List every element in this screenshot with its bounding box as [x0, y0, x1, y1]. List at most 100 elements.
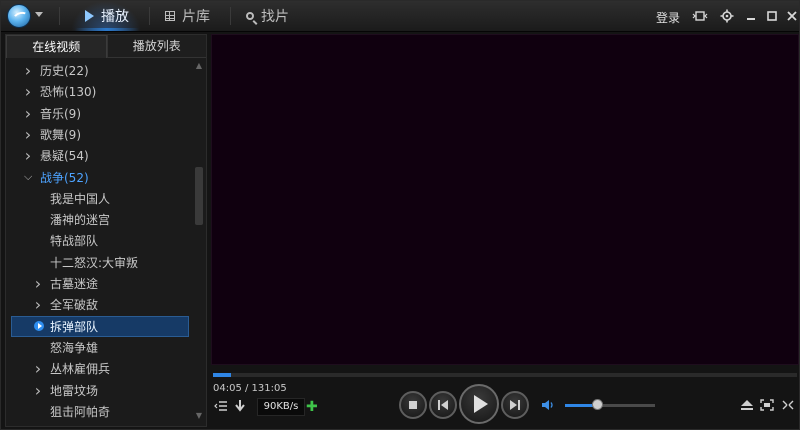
- tab-play-label: 播放: [101, 9, 129, 25]
- tree-item[interactable]: › 歌舞(9): [6, 124, 192, 145]
- tree-item[interactable]: 怒海争雄: [6, 337, 192, 358]
- scrollbar-thumb[interactable]: [195, 167, 203, 225]
- play-icon: [474, 395, 488, 413]
- tab-play[interactable]: 播放: [75, 1, 139, 31]
- scroll-up-icon[interactable]: ▲: [194, 61, 204, 71]
- next-icon: [510, 400, 520, 410]
- tree-item[interactable]: › 恐怖(130): [6, 81, 192, 102]
- tree-item[interactable]: 我是中国人: [6, 188, 192, 209]
- chevron-down-icon[interactable]: ⌵: [24, 170, 32, 184]
- chevron-right-icon[interactable]: ›: [34, 381, 42, 400]
- tab-library[interactable]: 片库: [165, 1, 210, 31]
- maximize-icon: [767, 11, 777, 21]
- mini-mode-button[interactable]: [690, 6, 710, 26]
- tree-item[interactable]: › 全军破敌: [6, 294, 192, 315]
- tree-item-label: 歌舞(9): [40, 127, 81, 142]
- speaker-icon: [542, 400, 553, 410]
- app-menu-button[interactable]: [7, 4, 47, 28]
- tab-playlist[interactable]: 播放列表: [106, 35, 206, 58]
- tree-item-label: 古墓迷途: [50, 277, 99, 291]
- chevron-right-icon[interactable]: ›: [24, 146, 32, 165]
- eject-icon: [741, 400, 753, 410]
- compact-mode-button[interactable]: [781, 399, 795, 414]
- divider: [149, 7, 150, 25]
- scroll-down-icon[interactable]: ▼: [194, 411, 204, 421]
- tree-item-label: 音乐(9): [40, 106, 81, 121]
- tree-item-label: 丛林雇佣兵: [50, 362, 111, 377]
- sidebar-scrollbar[interactable]: ▲ ▼: [194, 61, 204, 421]
- tree-item-label: 恐怖(130): [40, 85, 97, 100]
- add-icon[interactable]: ✚: [306, 399, 318, 415]
- tab-find[interactable]: 找片: [246, 1, 289, 31]
- tree-item[interactable]: › 历史(22): [6, 60, 192, 81]
- chevron-right-icon[interactable]: ›: [24, 61, 32, 80]
- play-icon: [85, 10, 94, 22]
- tree-item[interactable]: 狙击阿帕奇: [6, 401, 192, 422]
- tree-item-label: 战争(52): [40, 170, 89, 185]
- minimize-icon: [747, 18, 755, 20]
- tree-item[interactable]: › 丛林雇佣兵: [6, 358, 192, 379]
- divider: [59, 7, 60, 25]
- chevron-right-icon[interactable]: ›: [24, 125, 32, 144]
- chevron-right-icon[interactable]: ›: [34, 359, 42, 378]
- chevron-down-icon: [35, 12, 43, 17]
- stop-icon: [409, 401, 417, 409]
- maximize-button[interactable]: [762, 6, 782, 26]
- eject-button[interactable]: [740, 399, 754, 414]
- settings-icon: [720, 9, 734, 23]
- search-icon: [246, 12, 254, 20]
- progress-bar[interactable]: [213, 373, 797, 377]
- playlist-toggle-button[interactable]: [214, 400, 228, 415]
- tree-item-label: 全军破敌: [50, 298, 99, 313]
- next-button[interactable]: [501, 391, 529, 419]
- tree-item-label: 悬疑(54): [40, 149, 89, 164]
- progress-fill: [213, 373, 232, 377]
- divider: [230, 7, 231, 25]
- chevron-right-icon[interactable]: ›: [34, 295, 42, 314]
- compact-mode-icon: [782, 400, 794, 410]
- grid-icon: [165, 11, 175, 21]
- chevron-right-icon[interactable]: ›: [34, 274, 42, 293]
- tree-item[interactable]: 特战部队: [6, 230, 192, 251]
- tree-item-label: 我是中国人: [50, 191, 111, 206]
- tree-item[interactable]: › 地雷坟场: [6, 380, 192, 401]
- video-tree: › 历史(22) › 恐怖(130) › 音乐(9) › 歌舞(9) › 悬疑(54) ⌵ 战争(52…: [6, 59, 192, 422]
- video-area[interactable]: [211, 34, 799, 365]
- title-bar: 播放 片库 找片 登录: [1, 1, 799, 32]
- tree-item-label: 十二怒汉:大审叛: [50, 255, 139, 270]
- tab-online-video[interactable]: 在线视频: [6, 35, 107, 58]
- sidebar: 在线视频 播放列表 › 历史(22) › 恐怖(130) › 音乐(9) › 歌舞(9) › 悬疑…: [5, 34, 207, 427]
- now-playing-icon: [34, 321, 44, 332]
- play-button[interactable]: [459, 384, 499, 424]
- login-link[interactable]: 登录: [656, 9, 680, 26]
- mini-mode-icon: [692, 11, 708, 21]
- tree-item[interactable]: 拆弹部队: [11, 315, 189, 337]
- time-display: 04:05 / 131:05: [213, 383, 287, 394]
- tree-item[interactable]: 潘神的迷宫: [6, 209, 192, 230]
- volume-button[interactable]: [541, 398, 555, 415]
- tree-item[interactable]: › 悬疑(54): [6, 145, 192, 166]
- chevron-right-icon[interactable]: ›: [24, 104, 32, 123]
- stop-button[interactable]: [399, 391, 427, 419]
- tree-item[interactable]: › 古墓迷途: [6, 273, 192, 294]
- tree-item-label: 拆弹部队: [50, 319, 99, 334]
- tree-item-label: 狙击阿帕奇: [50, 404, 111, 419]
- volume-handle[interactable]: [591, 399, 603, 410]
- previous-button[interactable]: [429, 391, 457, 419]
- tree-item[interactable]: › 音乐(9): [6, 103, 192, 124]
- list-icon: [214, 401, 227, 411]
- fullscreen-icon: [760, 399, 774, 411]
- sidebar-tabs: 在线视频 播放列表: [6, 35, 206, 58]
- close-button[interactable]: [782, 6, 800, 26]
- download-button[interactable]: [234, 399, 246, 416]
- tree-item[interactable]: ⌵ 战争(52): [6, 167, 192, 188]
- tree-item[interactable]: 十二怒汉:大审叛: [6, 252, 192, 273]
- chevron-right-icon[interactable]: ›: [24, 82, 32, 101]
- tab-library-label: 片库: [182, 9, 210, 25]
- minimize-button[interactable]: [741, 6, 761, 26]
- close-icon: [787, 11, 797, 21]
- settings-button[interactable]: [717, 6, 737, 26]
- fullscreen-button[interactable]: [760, 399, 774, 414]
- volume-slider[interactable]: [565, 404, 655, 407]
- tab-find-label: 找片: [261, 9, 289, 25]
